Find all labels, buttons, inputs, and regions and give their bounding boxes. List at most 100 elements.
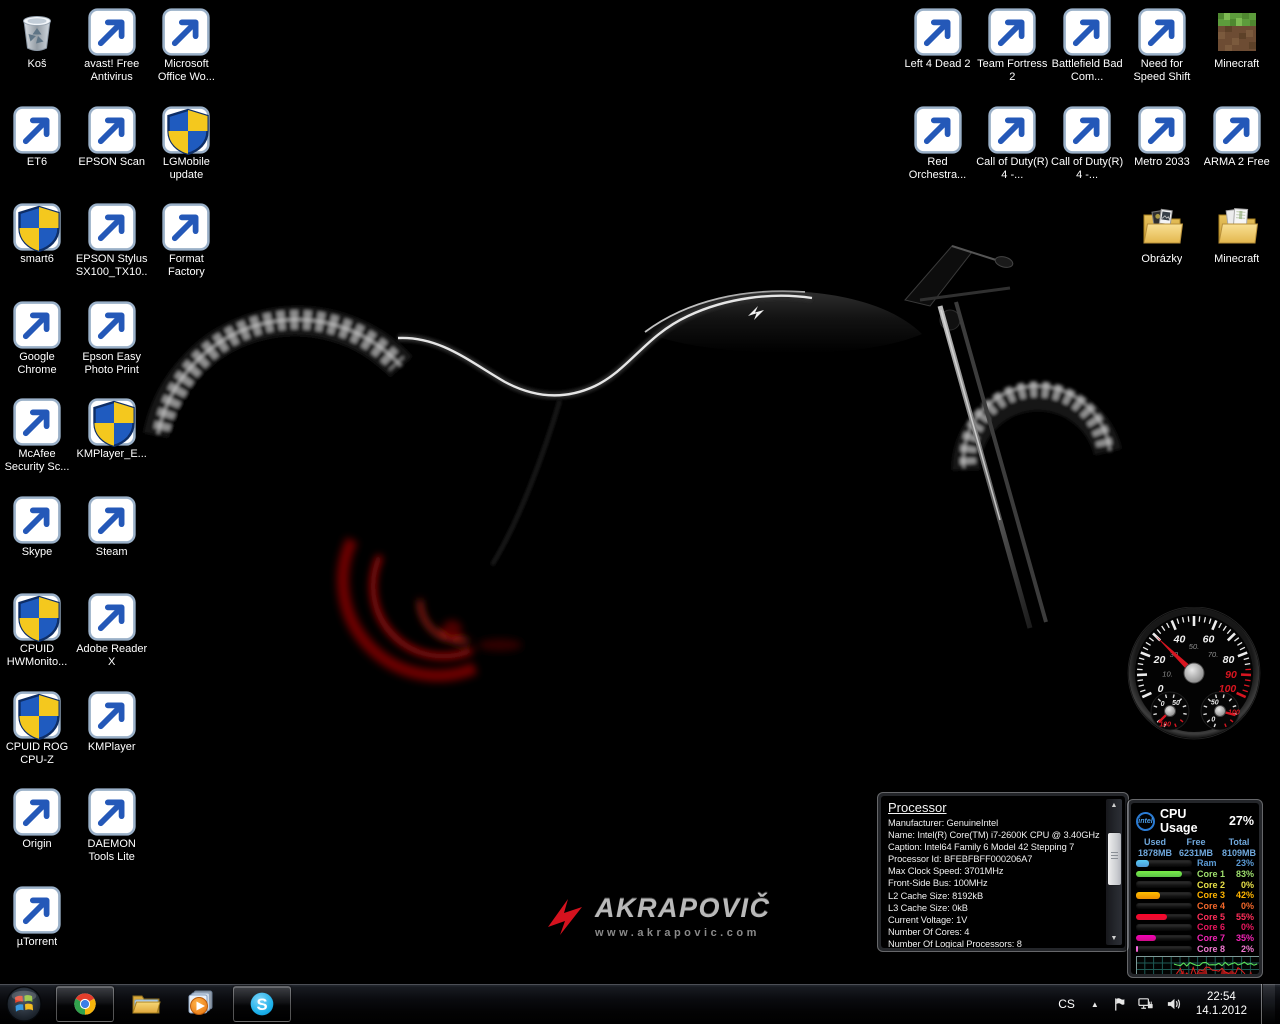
cpu-row-core-4: Core 40% [1136,901,1254,912]
cpu-row-core-8: Core 82% [1136,944,1254,955]
show-desktop-button[interactable] [1261,984,1275,1024]
utorrent-icon: µ [13,886,61,934]
scroll-thumb[interactable] [1108,833,1121,885]
svg-text:50: 50 [1172,700,1180,707]
action-center-flag-icon[interactable] [1111,996,1128,1013]
desktop-icon-label: Red Orchestra... [901,156,975,182]
desktop-icon-label: Metro 2033 [1134,156,1190,169]
brand-text: AKRAPOVIČ [595,893,771,924]
desktop-icon-google-chrome[interactable]: Google Chrome [0,301,74,377]
desktop[interactable]: AKRAPOVIČ www.akrapovic.com Koš ET6 smarts… [0,0,1280,984]
desktop-icon-torrent[interactable]: µµTorrent [0,886,74,949]
desktop-icon-minecraft[interactable]: Minecraft [1200,203,1274,266]
cpuz-icon: ROGCPU-Z [13,691,61,739]
usage-bar [1136,871,1192,878]
core-value: 0% [1234,922,1254,932]
svg-text:70.: 70. [1208,650,1218,659]
desktop-icon-label: avast! Free Antivirus [75,58,149,84]
cpu-row-core-2: Core 20% [1136,879,1254,890]
desktop-icon-cpuid-hwmonito[interactable]: CPUID HWMonito... [0,593,74,669]
taskbar-button-google-chrome[interactable] [56,986,114,1022]
desktop-icon-epson-scan[interactable]: EPSON Scan [75,106,149,169]
epsonscan-icon [88,106,136,154]
cpu-row-core-7: Core 735% [1136,933,1254,944]
desktop-icon-metro-2033[interactable]: METROMetro 2033 [1125,106,1199,169]
desktop-icon-et6[interactable]: ET6 [0,106,74,169]
desktop-icon-minecraft[interactable]: Minecraft [1200,8,1274,71]
taskbar-button-skype[interactable]: S [233,986,291,1022]
processor-info-line: L2 Cache Size: 8192kB [888,890,1103,902]
shortcut-arrow-icon [88,301,136,349]
cpu-gauge-gadget[interactable]: 0204060809010010.30.50.70.050100500100 [1126,607,1262,747]
desktop-icon-red-orchestra[interactable]: Red Orchestra... [901,106,975,182]
language-indicator[interactable]: CS [1054,995,1079,1013]
desktop-icon-label: CPUID ROG CPU-Z [0,741,74,767]
core-value: 55% [1234,912,1254,922]
cpu-row-ram: Ram23% [1136,858,1254,869]
cpu-history-graph [1136,956,1259,974]
epsonstylus-icon [88,203,136,251]
svg-text:90: 90 [1225,669,1237,681]
desktop-icon-skype[interactable]: SSkype [0,496,74,559]
shortcut-arrow-icon [1063,8,1111,56]
clock[interactable]: 22:54 14.1.2012 [1192,990,1251,1018]
desktop-icon-need-for-speed-shift[interactable]: ™Need for Speed Shift [1125,8,1199,84]
desktop-icon-kmplayer[interactable]: KMPKMPlayer [75,691,149,754]
cpu-row-core-6: Core 60% [1136,922,1254,933]
desktop-icon-obr-zky[interactable]: Obrázky [1125,203,1199,266]
svg-text:80: 80 [1223,654,1235,666]
desktop-icon-team-fortress-2[interactable]: Team Fortress 2 [975,8,1049,84]
processor-gadget[interactable]: Processor Manufacturer: GenuineIntelName… [877,792,1129,952]
shortcut-arrow-icon [88,496,136,544]
desktop-icon-call-of-duty-r-4[interactable]: 44Call of Duty(R) 4 -... [1050,106,1124,182]
desktop-icon-ko[interactable]: Koš [0,8,74,71]
core-label: Core 3 [1197,890,1234,900]
desktop-icon-steam[interactable]: Steam [75,496,149,559]
desktop-icon-cpuid-rog-cpu-z[interactable]: ROGCPU-ZCPUID ROG CPU-Z [0,691,74,767]
desktop-icon-smart6[interactable]: smartsmart6 [0,203,74,266]
scroll-down-button[interactable]: ▼ [1106,932,1122,945]
show-hidden-icons-button[interactable]: ▲ [1089,998,1101,1011]
redorch-icon [914,106,962,154]
svg-text:S: S [256,995,267,1014]
usage-bar [1136,892,1192,899]
mcblock-icon [1213,8,1261,56]
mem-value: 6231MB [1174,848,1218,859]
desktop-icon-arma-2-free[interactable]: ARMAIIARMA 2 Free [1200,106,1274,169]
desktop-icon-mcafee-security-sc[interactable]: MMcAfee Security Sc... [0,398,74,474]
desktop-icon-epson-stylus-sx100-tx10[interactable]: EPSON Stylus SX100_TX10... [75,203,149,280]
start-button[interactable] [0,984,48,1024]
taskbar-button-windows-explorer[interactable] [123,987,169,1021]
desktop-icon-battlefield-bad-com[interactable]: Battlefield Bad Com... [1050,8,1124,84]
volume-icon[interactable] [1165,996,1182,1013]
uac-shield-icon [15,692,63,740]
desktop-icon-kmplayer-e[interactable]: KMPKMPlayer_E... [75,398,149,461]
processor-scrollbar[interactable]: ▲ ▼ [1106,799,1122,945]
smart6-icon: smart [13,203,61,251]
desktop-icon-lgmobile-update[interactable]: LGMobile update [149,106,223,182]
desktop-icon-microsoft-office-wo[interactable]: WMicrosoft Office Wo... [149,8,223,84]
cpu-meter-gadget[interactable]: intel CPU Usage 27% UsedFreeTotal1878MB6… [1127,799,1263,978]
network-icon[interactable] [1138,996,1155,1013]
desktop-icon-daemon-tools-lite[interactable]: DAEMON Tools Lite [75,788,149,864]
core-value: 42% [1234,890,1254,900]
taskbar-button-windows-media-player[interactable] [178,987,224,1021]
processor-info-line: Front-Side Bus: 100MHz [888,877,1103,889]
desktop-icon-epson-easy-photo-print[interactable]: Epson Easy Photo Print [75,301,149,377]
svg-text:10.: 10. [1162,669,1172,678]
skype-icon: S [246,988,278,1020]
desktop-icon-format-factory[interactable]: Format Factory [149,203,223,279]
desktop-icon-adobe-reader-x[interactable]: Adobe Reader X [75,593,149,669]
desktop-icon-left-4-dead-2[interactable]: 4 DEAD2Left 4 Dead 2 [901,8,975,71]
scroll-up-button[interactable]: ▲ [1106,799,1122,812]
desktop-icon-label: ARMA 2 Free [1204,156,1270,169]
mem-header: Used [1136,837,1174,848]
taskbar[interactable]: S CS ▲ 22:54 14.1.2012 [0,984,1280,1024]
shortcut-arrow-icon [914,106,962,154]
desktop-icon-call-of-duty-r-4[interactable]: 44Call of Duty(R) 4 -... [975,106,1049,182]
desktop-icon-avast-free-antivirus[interactable]: avast! Free Antivirus [75,8,149,84]
wallpaper-brand-logo: AKRAPOVIČ www.akrapovic.com [542,893,771,939]
processor-info-line: L3 Cache Size: 0kB [888,902,1103,914]
core-label: Core 6 [1197,922,1234,932]
desktop-icon-origin[interactable]: Origin [0,788,74,851]
